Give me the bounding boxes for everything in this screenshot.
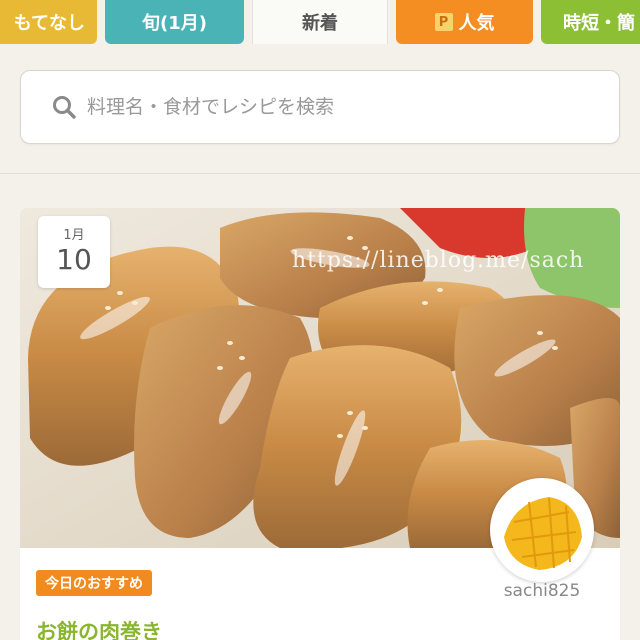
tab-label: もてなし [13,13,85,34]
search-icon [53,96,76,119]
divider [0,173,640,174]
tab-label: 時短・簡 [563,13,635,34]
mango-icon [494,482,590,578]
recipe-card[interactable]: https://lineblog.me/sach 1月 10 sachi825 … [20,208,620,640]
date-badge: 1月 10 [38,216,110,288]
search-input[interactable] [87,96,567,118]
tab-quick-easy[interactable]: 時短・簡 [541,0,640,44]
author-name[interactable]: sachi825 [480,581,604,601]
category-tabs: もてなし 旬(1月) 新着 P 人気 時短・簡 [0,0,640,44]
tab-label: 人気 [458,13,495,34]
watermark: https://lineblog.me/sach [292,248,585,273]
tab-label: 新着 [302,13,338,34]
tab-new[interactable]: 新着 [252,0,388,44]
author-avatar[interactable] [490,478,594,582]
date-month: 1月 [63,228,85,243]
recommendation-badge: 今日のおすすめ [36,570,152,596]
tab-motenashi[interactable]: もてなし [0,0,97,44]
tab-label: 旬(1月) [142,13,207,34]
tab-seasonal[interactable]: 旬(1月) [105,0,244,44]
premium-badge-icon: P [434,13,453,31]
recipe-title[interactable]: お餅の肉巻き [36,616,162,640]
date-day: 10 [56,243,92,276]
search-bar[interactable] [20,70,620,144]
tab-popular[interactable]: P 人気 [396,0,533,44]
